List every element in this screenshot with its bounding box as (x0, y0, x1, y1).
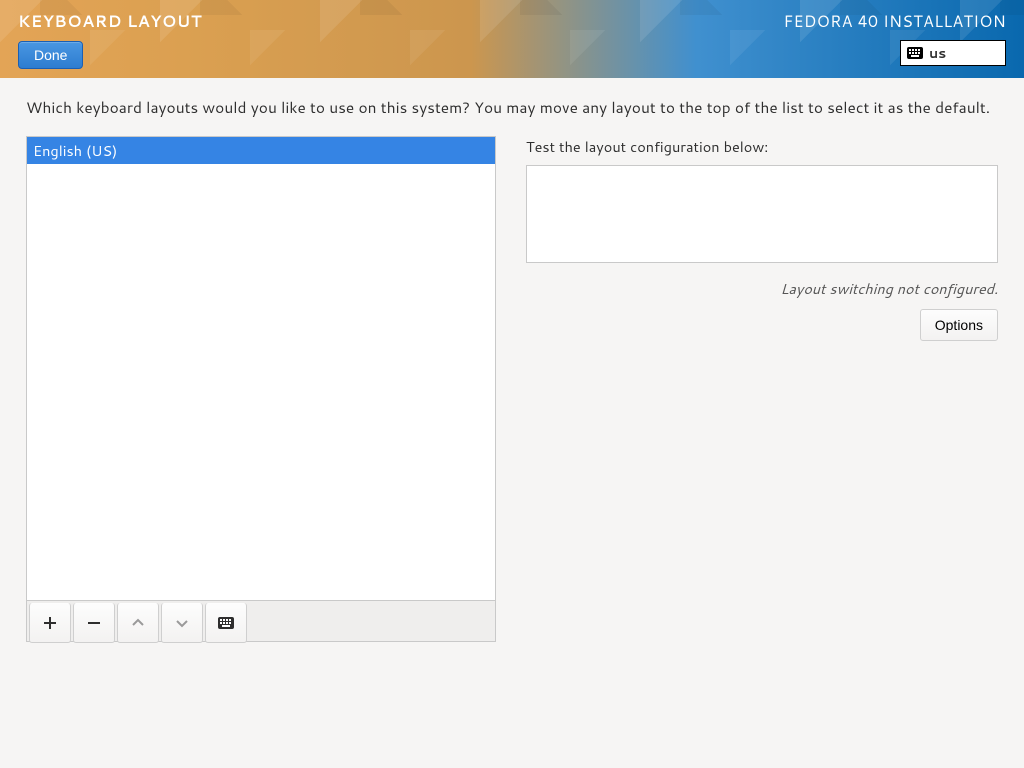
layout-switch-note: Layout switching not configured. (526, 278, 998, 299)
move-down-button (161, 603, 203, 643)
layout-item[interactable]: English (US) (27, 137, 495, 164)
minus-icon (87, 616, 101, 630)
done-button[interactable]: Done (18, 41, 83, 69)
keyboard-indicator[interactable]: us (900, 40, 1006, 66)
chevron-up-icon (131, 616, 145, 630)
preview-layout-button[interactable] (205, 603, 247, 643)
test-input[interactable] (526, 165, 998, 263)
layout-listbox[interactable]: English (US) (26, 136, 496, 600)
page-title: KEYBOARD LAYOUT (18, 10, 202, 33)
keyboard-code-label: us (929, 43, 946, 63)
test-area-label: Test the layout configuration below: (526, 136, 998, 157)
layout-toolbar (26, 600, 496, 642)
content-area: Which keyboard layouts would you like to… (0, 78, 1024, 660)
move-up-button (117, 603, 159, 643)
plus-icon (43, 616, 57, 630)
header-bar: KEYBOARD LAYOUT Done FEDORA 40 INSTALLAT… (0, 0, 1024, 78)
prompt-text: Which keyboard layouts would you like to… (26, 96, 998, 118)
installation-title: FEDORA 40 INSTALLATION (783, 10, 1006, 33)
remove-layout-button[interactable] (73, 603, 115, 643)
options-button[interactable]: Options (920, 309, 998, 341)
keyboard-icon (907, 47, 923, 59)
chevron-down-icon (175, 616, 189, 630)
add-layout-button[interactable] (29, 603, 71, 643)
keyboard-icon (218, 617, 234, 629)
